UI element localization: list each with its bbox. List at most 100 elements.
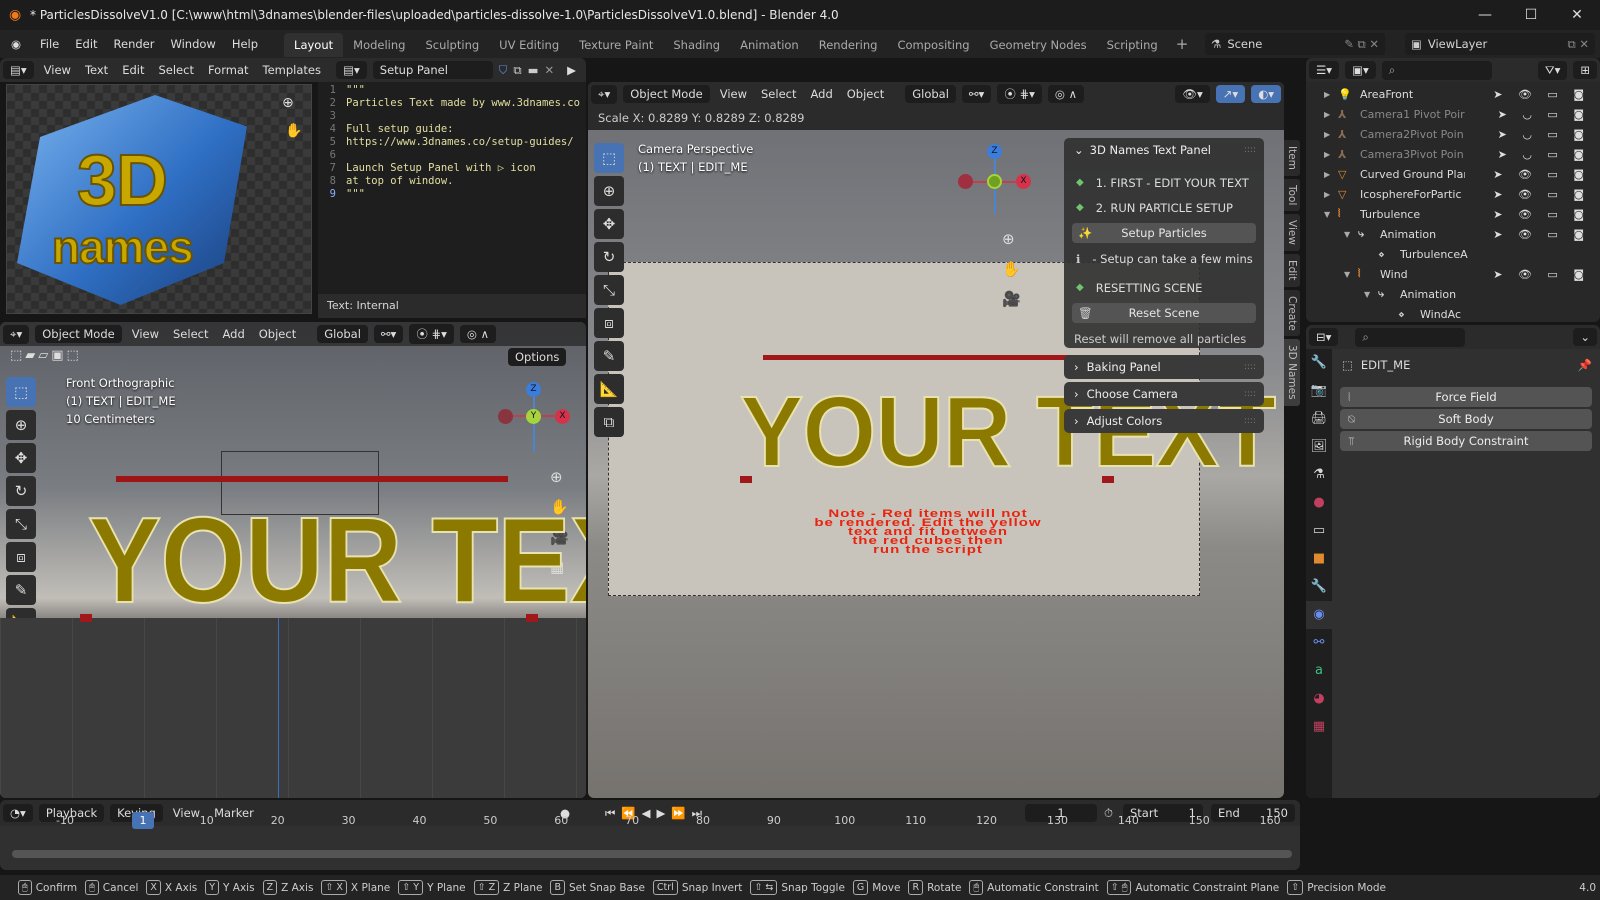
menu-render[interactable]: Render (106, 30, 163, 58)
orientation-dropdown[interactable]: Global (905, 85, 956, 103)
proportional-edit[interactable]: ◎ ∧ (1047, 85, 1085, 103)
constraints-tab-icon[interactable]: ⚯ (1306, 629, 1332, 657)
pivot-dropdown[interactable]: ⚯▾ (961, 85, 992, 103)
outliner-item[interactable]: ▶ 💡 AreaFront ➤ 👁 ▭ ◙ (1306, 84, 1600, 104)
sidebar-tab-edit[interactable]: Edit (1284, 254, 1300, 287)
close-button[interactable]: ✕ (1554, 0, 1600, 30)
snap-toggle[interactable]: ⦿ ⋕▾ (997, 84, 1042, 104)
move-tool[interactable]: ✥ (6, 443, 36, 473)
sidebar-tab-3d-names[interactable]: 3D Names (1284, 339, 1300, 407)
proportional-edit[interactable]: ◎ ∧ (459, 325, 497, 343)
scene-selector[interactable]: ⚗ Scene ✎ ⧉ ✕ (1205, 33, 1385, 55)
editor-type-button[interactable]: ▤▾ (3, 61, 34, 79)
expand-toggle[interactable]: ▼ (1364, 290, 1378, 299)
menu-add[interactable]: Add (803, 82, 839, 106)
expand-toggle[interactable]: ▼ (1344, 230, 1358, 239)
outliner-item[interactable]: ▶ ▽ Curved Ground Plar ➤ 👁 ▭ ◙ (1306, 164, 1600, 184)
expand-toggle[interactable]: ▶ (1324, 90, 1338, 99)
tab-geometry-nodes[interactable]: Geometry Nodes (980, 33, 1097, 57)
tab-uv-editing[interactable]: UV Editing (489, 33, 569, 57)
tab-texture-paint[interactable]: Texture Paint (569, 33, 663, 57)
view-layer-tab-icon[interactable]: 🖼 (1306, 433, 1332, 461)
modifier-tab-icon[interactable]: 🔧 (1306, 573, 1332, 601)
gizmo-toggle[interactable]: ↗▾ (1215, 85, 1246, 103)
select-mode-buttons[interactable]: ⬚▰▱▣⬚ (10, 348, 82, 363)
collection-tab-icon[interactable]: ▭ (1306, 517, 1332, 545)
options-dropdown[interactable]: Options (508, 348, 567, 366)
visibility-toggles[interactable]: ➤ ◡ ▭ ◙ (1498, 148, 1590, 161)
snap-toggle[interactable]: ⦿ ⋕▾ (409, 324, 454, 344)
select-tool[interactable]: ⬚ (6, 377, 36, 407)
view-layer-selector[interactable]: ▣ ViewLayer ⧉ ✕ (1405, 33, 1595, 55)
pan-hand-icon[interactable]: ✋ (285, 123, 302, 139)
front-ortho-viewport[interactable]: ⌖▾ Object Mode View Select Add Object Gl… (0, 322, 586, 798)
y-axis-icon[interactable] (987, 174, 1002, 189)
outliner-item[interactable]: ⋄ TurbulenceA (1306, 244, 1600, 264)
visibility-dropdown[interactable]: 👁▾ (1175, 85, 1210, 103)
open-text-icon[interactable]: ▬ (525, 63, 542, 77)
editor-type-button[interactable]: ⊟▾ (1309, 328, 1339, 346)
scale-tool[interactable]: ⤡ (594, 275, 624, 305)
editor-type-button[interactable]: ⌖▾ (591, 84, 618, 104)
add-cube-tool[interactable]: ⧉ (594, 407, 624, 437)
zoom-icon[interactable]: ⊕ (1002, 224, 1021, 254)
annotate-tool[interactable]: ✎ (594, 341, 624, 371)
annotate-tool[interactable]: ✎ (6, 575, 36, 605)
outliner-item[interactable]: ▶ ⅄ Camera3Pivot Poin ➤ ◡ ▭ ◙ (1306, 144, 1600, 164)
tool-tab-icon[interactable]: 🔧 (1306, 349, 1332, 377)
text-browse-button[interactable]: ▤▾ (336, 61, 367, 79)
drag-grip-icon[interactable]: :::: (1244, 416, 1256, 426)
navigation-gizmo[interactable]: Z Y X (498, 382, 570, 462)
transform-tool[interactable]: ⧈ (6, 542, 36, 572)
scene-tab-icon[interactable]: ⚗ (1306, 461, 1332, 489)
expand-toggle[interactable]: ▶ (1324, 110, 1338, 119)
rotate-tool[interactable]: ↻ (594, 242, 624, 272)
visibility-toggles[interactable]: ➤ 👁 ▭ ◙ (1493, 208, 1590, 221)
menu-view[interactable]: View (125, 322, 166, 346)
tab-sculpting[interactable]: Sculpting (415, 33, 489, 57)
new-collection-button[interactable]: ⊞ (1573, 61, 1597, 79)
reset-scene-button[interactable]: 🗑 Reset Scene (1072, 303, 1256, 323)
rotate-tool[interactable]: ↻ (6, 476, 36, 506)
transform-tool[interactable]: ⧈ (594, 308, 624, 338)
tab-layout[interactable]: Layout (284, 33, 344, 57)
timeline-scrollbar[interactable] (12, 850, 1292, 858)
text-editor[interactable]: 1 """ 2 Particles Text made by www.3dnames.… (318, 82, 586, 294)
mode-dropdown[interactable]: Object Mode (35, 325, 122, 343)
outliner-item[interactable]: ▶ ⅄ Camera1 Pivot Poir ➤ ◡ ▭ ◙ (1306, 104, 1600, 124)
sidebar-tab-view[interactable]: View (1284, 214, 1300, 252)
select-tool[interactable]: ⬚ (594, 143, 624, 173)
z-axis-icon[interactable]: Z (526, 382, 541, 397)
zoom-icon[interactable]: ⊕ (550, 462, 569, 492)
sidebar-tab-tool[interactable]: Tool (1284, 178, 1300, 212)
outliner-search[interactable]: ⌕ (1381, 60, 1492, 80)
outliner-item[interactable]: ▶ ▽ IcosphereForPartic ➤ 👁 ▭ ◙ (1306, 184, 1600, 204)
properties-search[interactable]: ⌕ (1355, 327, 1466, 347)
overlay-toggle[interactable]: ◐▾ (1251, 85, 1281, 103)
pivot-dropdown[interactable]: ⚯▾ (373, 325, 404, 343)
move-tool[interactable]: ✥ (594, 209, 624, 239)
panel-header[interactable]: ⌄ 3D Names Text Panel:::: (1064, 138, 1264, 162)
new-text-icon[interactable]: ⧉ (510, 63, 524, 78)
your-text-object[interactable]: YOUR TEXT (87, 498, 586, 622)
cursor-tool[interactable]: ⊕ (594, 176, 624, 206)
expand-toggle[interactable]: ▶ (1324, 130, 1338, 139)
navigation-gizmo[interactable]: Z X (958, 144, 1033, 219)
outliner-item[interactable]: ▶ ⅄ Camera2Pivot Poin ➤ ◡ ▭ ◙ (1306, 124, 1600, 144)
x-axis-icon[interactable]: X (1016, 174, 1031, 189)
minimize-button[interactable]: — (1462, 0, 1508, 30)
display-mode-button[interactable]: ▣▾ (1345, 61, 1376, 79)
options-dropdown[interactable]: ⌄ (1573, 328, 1597, 346)
menu-select[interactable]: Select (166, 322, 215, 346)
camera-icon[interactable]: 🎥 (1002, 284, 1021, 314)
panel-baking-panel[interactable]: › Baking Panel:::: (1064, 355, 1264, 379)
unlink-text-icon[interactable]: ✕ (542, 63, 558, 77)
data-tab-icon[interactable]: a (1306, 657, 1332, 685)
physics-tab-icon[interactable]: ◉ (1306, 601, 1332, 629)
setup-particles-button[interactable]: ✨ Setup Particles (1072, 223, 1256, 243)
playhead[interactable]: 1 (132, 812, 154, 829)
rigid-body-constraint-button[interactable]: ⫪ Rigid Body Constraint (1340, 431, 1592, 451)
outliner-item[interactable]: ▼ ⤷ Animation (1306, 284, 1600, 304)
tab-scripting[interactable]: Scripting (1097, 33, 1168, 57)
tab-modeling[interactable]: Modeling (343, 33, 415, 57)
